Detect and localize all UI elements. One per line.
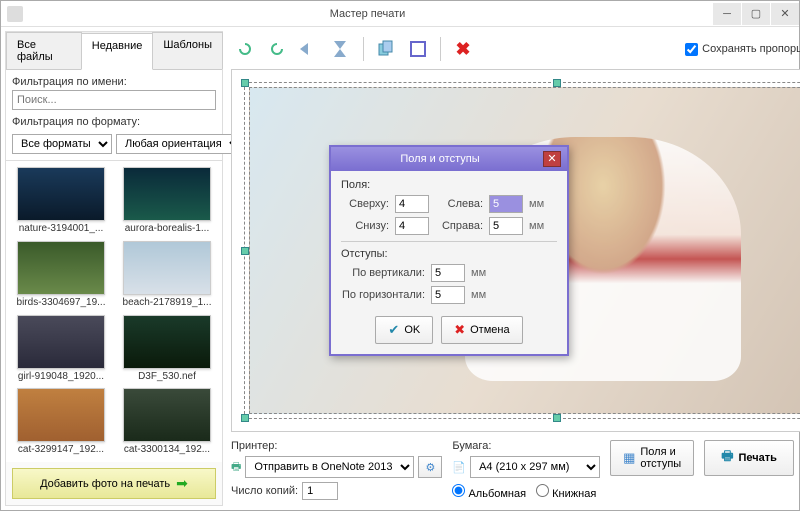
format-select[interactable]: Все форматы xyxy=(12,134,112,154)
print-icon: 🖶 xyxy=(721,447,733,469)
toolbar: ✖ Сохранять пропорции фотографий xyxy=(227,31,800,67)
landscape-radio[interactable]: Альбомная xyxy=(452,484,526,500)
vertical-gap-input[interactable] xyxy=(431,264,465,282)
dialog-titlebar[interactable]: Поля и отступы ✕ xyxy=(331,147,567,171)
keep-proportions-input[interactable] xyxy=(685,43,698,56)
window-title: Мастер печати xyxy=(23,8,712,20)
thumb-item[interactable]: nature-3194001_... xyxy=(12,167,110,235)
orientation-select[interactable]: Любая ориентация xyxy=(116,134,243,154)
thumb-item[interactable]: girl-919048_1920... xyxy=(12,315,110,383)
titlebar: Мастер печати ─ ▢ ✕ xyxy=(1,1,799,27)
bottom-bar: Принтер: 🖶 Отправить в OneNote 2013 ⚙ Чи… xyxy=(227,434,800,506)
app-icon xyxy=(7,6,23,22)
filter-format-label: Фильтрация по формату: xyxy=(12,116,216,128)
add-photo-label: Добавить фото на печать xyxy=(40,478,170,490)
margins-dialog: Поля и отступы ✕ Поля: Сверху: Слева: мм… xyxy=(329,145,569,356)
printer-select[interactable]: Отправить в OneNote 2013 xyxy=(245,456,414,478)
arrow-right-icon: ➡ xyxy=(176,475,188,492)
tab-recent[interactable]: Недавние xyxy=(81,33,154,70)
unit-label: мм xyxy=(471,267,486,279)
check-icon: ✔ xyxy=(388,322,399,338)
maximize-button[interactable]: ▢ xyxy=(742,3,770,25)
keep-proportions-checkbox[interactable]: Сохранять пропорции фотографий xyxy=(685,43,800,56)
paper-label: Бумага: xyxy=(452,440,600,452)
bottom-margin-input[interactable] xyxy=(395,217,429,235)
paper-select[interactable]: A4 (210 x 297 мм) xyxy=(470,456,600,478)
thumb-item[interactable]: cat-3300134_192... xyxy=(118,388,216,456)
sidebar-tabs: Все файлы Недавние Шаблоны xyxy=(6,32,222,69)
print-master-window: Мастер печати ─ ▢ ✕ Все файлы Недавние Ш… xyxy=(0,0,800,511)
add-photo-button[interactable]: Добавить фото на печать ➡ xyxy=(12,468,216,499)
thumbnail-grid: nature-3194001_... aurora-borealis-1... … xyxy=(6,160,222,462)
flip-vertical-button[interactable] xyxy=(329,37,353,61)
rotate-left-button[interactable] xyxy=(233,37,257,61)
hgap-label: По горизонтали: xyxy=(341,289,425,301)
fields-group-label: Поля: xyxy=(341,179,557,191)
margins-button[interactable]: ▦ Поля и отступы xyxy=(610,440,694,476)
unit-label: мм xyxy=(529,198,544,210)
copy-button[interactable] xyxy=(374,37,398,61)
portrait-radio[interactable]: Книжная xyxy=(536,484,596,500)
gear-icon: ⚙ xyxy=(425,461,435,474)
dialog-close-button[interactable]: ✕ xyxy=(543,151,561,167)
thumb-item[interactable]: cat-3299147_192... xyxy=(12,388,110,456)
minimize-button[interactable]: ─ xyxy=(713,3,741,25)
search-input[interactable] xyxy=(12,90,216,110)
vgap-label: По вертикали: xyxy=(341,267,425,279)
right-margin-input[interactable] xyxy=(489,217,523,235)
paper-icon: 📄 xyxy=(452,461,466,474)
copies-label: Число копий: xyxy=(231,485,298,497)
filter-name-label: Фильтрация по имени: xyxy=(12,76,216,88)
dialog-title: Поля и отступы xyxy=(337,153,543,165)
printer-label: Принтер: xyxy=(231,440,442,452)
gaps-group-label: Отступы: xyxy=(341,248,557,260)
margins-icon: ▦ xyxy=(623,450,635,466)
unit-label: мм xyxy=(471,289,486,301)
printer-icon: 🖶 xyxy=(231,458,241,477)
bottom-label: Снизу: xyxy=(341,220,389,232)
thumb-item[interactable]: beach-2178919_1... xyxy=(118,241,216,309)
thumb-item[interactable]: D3F_530.nef xyxy=(118,315,216,383)
copies-input[interactable] xyxy=(302,482,338,500)
unit-label: мм xyxy=(529,220,544,232)
tab-all-files[interactable]: Все файлы xyxy=(6,32,82,69)
tab-templates[interactable]: Шаблоны xyxy=(152,32,223,69)
top-margin-input[interactable] xyxy=(395,195,429,213)
sidebar: Все файлы Недавние Шаблоны Фильтрация по… xyxy=(5,31,223,506)
horizontal-gap-input[interactable] xyxy=(431,286,465,304)
sidebar-filters: Фильтрация по имени: Фильтрация по форма… xyxy=(6,69,222,160)
cancel-icon: ✖ xyxy=(454,322,465,338)
dialog-ok-button[interactable]: ✔ OK xyxy=(375,316,433,344)
rotate-right-button[interactable] xyxy=(265,37,289,61)
print-button[interactable]: 🖶 Печать xyxy=(704,440,794,476)
dialog-cancel-button[interactable]: ✖ Отмена xyxy=(441,316,522,344)
thumb-item[interactable]: birds-3304697_19... xyxy=(12,241,110,309)
top-label: Сверху: xyxy=(341,198,389,210)
right-label: Справа: xyxy=(435,220,483,232)
crop-button[interactable] xyxy=(406,37,430,61)
flip-horizontal-button[interactable] xyxy=(297,37,321,61)
left-margin-input[interactable] xyxy=(489,195,523,213)
close-button[interactable]: ✕ xyxy=(771,3,799,25)
printer-settings-button[interactable]: ⚙ xyxy=(418,456,442,478)
left-label: Слева: xyxy=(435,198,483,210)
delete-button[interactable]: ✖ xyxy=(451,37,475,61)
thumb-item[interactable]: aurora-borealis-1... xyxy=(118,167,216,235)
